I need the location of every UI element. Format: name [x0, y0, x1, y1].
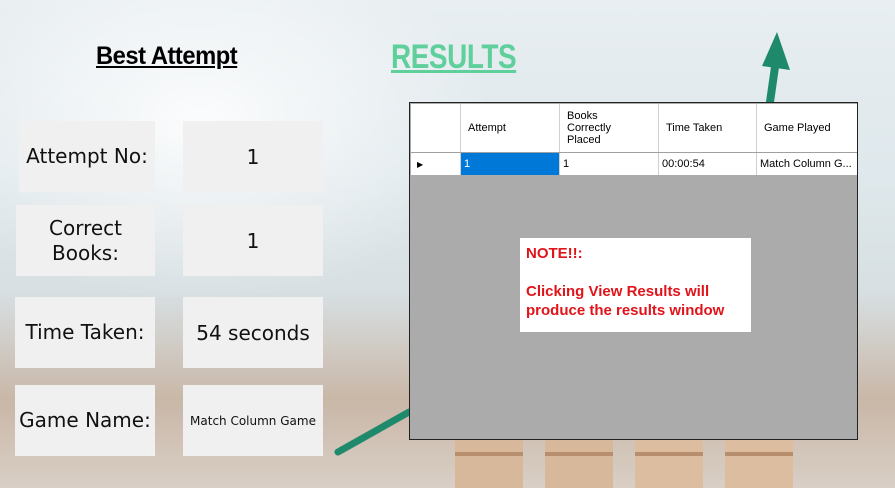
best-attempt-heading: Best Attempt — [96, 42, 238, 70]
column-header-books-correctly-placed[interactable]: Books Correctly Placed — [560, 104, 659, 152]
note-box: NOTE!!: Clicking View Results will produ… — [520, 238, 751, 332]
time-taken-label: Time Taken: — [15, 297, 155, 368]
results-grid[interactable]: Attempt Books Correctly Placed Time Take… — [411, 104, 857, 176]
column-header-time-taken[interactable]: Time Taken — [659, 104, 757, 152]
row-selector-icon[interactable]: ▶ — [411, 153, 461, 175]
column-header-attempt[interactable]: Attempt — [461, 104, 560, 152]
grid-header-row: Attempt Books Correctly Placed Time Take… — [411, 104, 857, 152]
wooden-blocks — [455, 438, 793, 488]
cell-time-taken[interactable]: 00:00:54 — [659, 153, 757, 175]
game-name-value: Match Column Game — [183, 385, 323, 456]
cell-game-played[interactable]: Match Column G... — [757, 153, 857, 175]
table-row[interactable]: ▶ 1 1 00:00:54 Match Column G... — [411, 152, 857, 175]
cell-attempt[interactable]: 1 — [461, 153, 560, 175]
cell-books-correctly-placed[interactable]: 1 — [560, 153, 659, 175]
note-title: NOTE!!: — [526, 245, 583, 262]
time-taken-value: 54 seconds — [183, 297, 323, 368]
note-message: Clicking View Results will produce the r… — [526, 283, 725, 319]
attempt-no-value: 1 — [183, 121, 323, 192]
correct-books-label: Correct Books: — [16, 205, 155, 276]
correct-books-value: 1 — [183, 205, 323, 276]
row-header-corner[interactable] — [411, 104, 461, 152]
column-header-game-played[interactable]: Game Played — [757, 104, 857, 152]
results-heading: RESULTS — [391, 38, 517, 76]
attempt-no-label: Attempt No: — [19, 121, 155, 192]
game-name-label: Game Name: — [15, 385, 155, 456]
